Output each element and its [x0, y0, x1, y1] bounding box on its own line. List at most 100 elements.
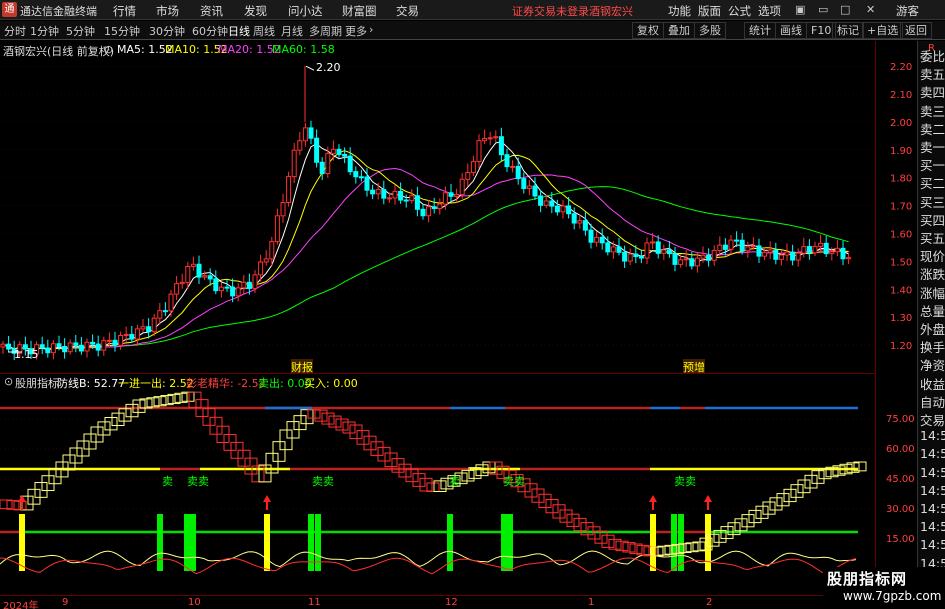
candle-body: [112, 339, 118, 346]
skin-icon[interactable]: ▣: [795, 3, 805, 16]
candle-body: [521, 178, 527, 189]
candle: [168, 289, 174, 317]
menu-formula[interactable]: 公式: [728, 3, 751, 19]
candle: [560, 199, 566, 219]
period-tab-15min[interactable]: 15分钟: [104, 23, 140, 39]
period-tab-more[interactable]: 更多: [345, 23, 367, 39]
menu-function[interactable]: 功能: [668, 3, 691, 19]
candle: [336, 144, 342, 158]
app-logo-icon: 通: [2, 2, 17, 17]
quote-field-label: 卖一: [920, 140, 945, 155]
mark-button[interactable]: 标记: [832, 22, 864, 39]
candle-body: [571, 213, 577, 224]
candlestick-chart[interactable]: 酒钢宏兴(日线 前复权) ⊙ MA5: 1.52 MA10: 1.52 MA20…: [0, 41, 875, 375]
sell-label: 卖: [449, 475, 460, 488]
step-box: [531, 488, 545, 503]
sell-label: 卖卖: [312, 475, 334, 488]
chevron-right-icon[interactable]: ›: [369, 23, 373, 36]
menu-market[interactable]: 市场: [156, 3, 179, 19]
candle: [414, 186, 420, 217]
candle-body: [325, 153, 331, 175]
menu-wealth[interactable]: 财富圈: [342, 3, 377, 19]
menu-xiaoda[interactable]: 问小达: [288, 3, 323, 19]
candle: [286, 171, 292, 207]
stats-button[interactable]: 统计: [744, 22, 776, 39]
quote-field-label: 买五: [920, 231, 945, 246]
menu-layout[interactable]: 版面: [698, 3, 721, 19]
candle-body: [678, 259, 684, 265]
overlay-button[interactable]: 叠加: [663, 22, 695, 39]
minimize-icon[interactable]: ▭: [818, 3, 828, 16]
candle: [655, 235, 661, 259]
period-tab-weekly[interactable]: 周线: [253, 23, 275, 39]
candle-body: [241, 281, 247, 289]
step-box: [734, 518, 748, 532]
draw-button[interactable]: 画线: [775, 22, 807, 39]
period-toolbar: 分时 1分钟 5分钟 15分钟 30分钟 60分钟 日线 周线 月线 多周期 更…: [0, 21, 945, 40]
candle-body: [644, 242, 650, 259]
quote-field-label: 交易: [920, 413, 945, 428]
close-icon[interactable]: ✕: [866, 3, 875, 16]
candle-body: [409, 195, 415, 202]
candle-body: [515, 165, 521, 180]
candle-body: [207, 275, 213, 280]
period-tab-fenshi[interactable]: 分时: [4, 23, 26, 39]
period-tab-60min[interactable]: 60分钟: [192, 23, 228, 39]
menu-quote[interactable]: 行情: [113, 3, 136, 19]
quote-field-label: 14:56: [920, 482, 945, 498]
menu-discover[interactable]: 发现: [244, 3, 267, 19]
period-tab-5min[interactable]: 5分钟: [66, 23, 95, 39]
period-tab-multi[interactable]: 多周期: [309, 23, 342, 39]
candle: [448, 183, 454, 202]
candle: [314, 129, 320, 168]
menu-trade[interactable]: 交易: [396, 3, 419, 19]
user-label[interactable]: 游客: [896, 3, 919, 19]
indicator-chart[interactable]: ⊙ 股朋指标 防线B: 52.77 一进一出: 2.52 彭老精华: -2.52…: [0, 373, 875, 595]
add-watchlist-button[interactable]: +自选: [862, 22, 904, 39]
candle-body: [465, 172, 471, 180]
candle: [599, 228, 605, 250]
restore-icon[interactable]: □: [840, 3, 850, 16]
candle-body: [722, 244, 728, 250]
quote-field-label: 卖五: [920, 67, 945, 83]
fuquan-button[interactable]: 复权: [632, 22, 664, 39]
candle: [818, 234, 824, 254]
candle-body: [694, 257, 700, 267]
period-tab-1min[interactable]: 1分钟: [30, 23, 59, 39]
period-tab-30min[interactable]: 30分钟: [149, 23, 185, 39]
candle: [750, 237, 756, 250]
candle-body: [168, 293, 174, 312]
period-tab-daily[interactable]: 日线: [228, 23, 250, 39]
quote-field-label: 涨跌: [920, 267, 945, 283]
candle: [812, 241, 818, 257]
menu-news[interactable]: 资讯: [200, 3, 223, 19]
candle: [498, 127, 504, 162]
candle-body: [750, 245, 756, 248]
candle-body: [67, 342, 73, 353]
candle: [291, 143, 297, 184]
candle-body: [795, 252, 801, 261]
back-button[interactable]: 返回: [900, 22, 932, 39]
menu-options[interactable]: 选项: [758, 3, 781, 19]
watermark-url: www.7gpzb.com: [843, 589, 942, 603]
quote-panel: R 委比 卖五 卖四 卖三 卖二 卖一 买一 买二 买三 买四 买五 现价 涨跌 涨幅 总量 外盘 换手 净资 收益…: [917, 41, 945, 595]
candle-body: [442, 192, 448, 205]
candle: [196, 255, 202, 284]
app-title: 通达信金融终端: [20, 5, 97, 18]
candle-body: [504, 154, 510, 168]
step-box: [741, 514, 755, 528]
date-label: 2024年: [3, 601, 39, 609]
candle: [778, 250, 784, 266]
candle: [756, 238, 762, 264]
quote-field-label: 收益: [920, 376, 945, 392]
candle: [213, 270, 219, 295]
menu-bar: 通 通达信金融终端 行情 市场 资讯 发现 问小达 财富圈 交易 证券交易未登录…: [0, 0, 945, 20]
candle: [207, 268, 213, 286]
quote-field-label: 净资: [920, 358, 945, 374]
login-status[interactable]: 证券交易未登录: [512, 3, 589, 19]
candle: [218, 282, 224, 298]
period-tab-monthly[interactable]: 月线: [281, 23, 303, 39]
price-tick-label: 1.40: [890, 285, 912, 296]
sell-label: 卖卖: [503, 475, 525, 488]
multi-stock-button[interactable]: 多股: [694, 22, 726, 39]
